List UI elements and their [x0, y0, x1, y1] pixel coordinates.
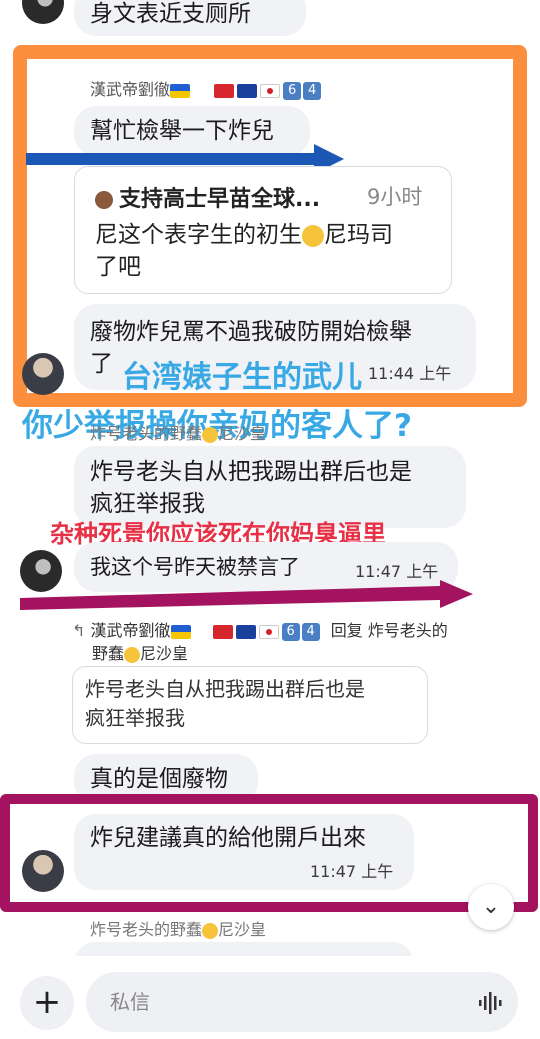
message-bubble: 身文表近支厕所	[74, 0, 306, 36]
japan-flag-icon	[260, 83, 281, 98]
japan-flag-icon	[258, 624, 279, 639]
message-time: 11:44 上午	[368, 364, 452, 383]
message-time: 11:47 上午	[310, 862, 394, 881]
message-text: 身文表近支厕所	[90, 1, 251, 27]
quoted-message[interactable]: 支持高士早苗全球... 9小时 尼这个表字生的初生 尼玛司 了吧	[74, 166, 452, 294]
plus-icon: +	[32, 982, 62, 1022]
reply-header: ↰ 漢武帝劉徹 64 回复 炸号老头的	[72, 621, 448, 641]
message-text: 廢物炸兒罵不過我破防開始檢舉	[90, 319, 412, 345]
avatar[interactable]	[22, 353, 64, 395]
keycap-6-icon: 6	[283, 81, 302, 100]
smirk-emoji-icon	[202, 922, 219, 939]
eu-flag-icon	[235, 624, 256, 639]
overlay-text: 台湾婊子生的武儿	[122, 360, 362, 395]
ukraine-flag-icon	[170, 624, 191, 639]
quote-body: 疯狂举报我	[85, 706, 185, 730]
chevron-down-icon: ⌄	[481, 894, 501, 919]
quote-time: 9小时	[367, 185, 423, 209]
quote-body: 尼这个表字生的初生	[95, 222, 302, 248]
quoted-message[interactable]: 炸号老头自从把我踢出群后也是 疯狂举报我	[72, 666, 428, 744]
sender-name: 炸号老头的野蠢 尼沙皇	[90, 920, 267, 939]
sender-name: 漢武帝劉徹 64	[90, 76, 323, 100]
scroll-down-button[interactable]: ⌄	[468, 884, 514, 930]
reply-icon: ↰	[72, 621, 86, 640]
avatar[interactable]	[22, 850, 64, 892]
ukraine-flag-icon	[170, 83, 191, 98]
keycap-4-icon: 4	[303, 81, 322, 100]
hongkong-flag-icon	[214, 83, 235, 98]
eu-flag-icon	[237, 83, 258, 98]
quote-title: 支持高士早苗全球...	[119, 187, 321, 212]
reply-header: 野蠢 尼沙皇	[92, 644, 189, 663]
message-input-placeholder: 私信	[110, 990, 150, 1014]
quote-body: 了吧	[95, 254, 141, 280]
avatar[interactable]	[22, 0, 64, 24]
quote-body: 炸号老头自从把我踢出群后也是	[85, 677, 365, 701]
sender-name: 炸号老头的野蠢 尼沙皇	[90, 424, 267, 443]
smirk-emoji-icon	[202, 426, 219, 443]
quote-body: 尼玛司	[324, 222, 393, 248]
magenta-arrow-icon	[20, 580, 473, 610]
profile-badge-icon	[95, 191, 113, 209]
smirk-emoji-icon	[124, 646, 141, 663]
message-text: 真的是個廢物	[90, 766, 228, 792]
message-text: 炸号老头自从把我踢出群后也是	[90, 459, 412, 485]
keycap-4-icon: 4	[301, 622, 320, 641]
add-button[interactable]: +	[20, 976, 74, 1030]
keycap-6-icon: 6	[281, 622, 300, 641]
message-text: 炸兒建議真的給他開戶出來	[90, 825, 366, 851]
smirk-emoji-icon	[302, 224, 324, 247]
voice-wave-icon[interactable]	[478, 992, 502, 1014]
message-input[interactable]: 私信	[86, 972, 518, 1032]
hongkong-flag-icon	[212, 624, 233, 639]
